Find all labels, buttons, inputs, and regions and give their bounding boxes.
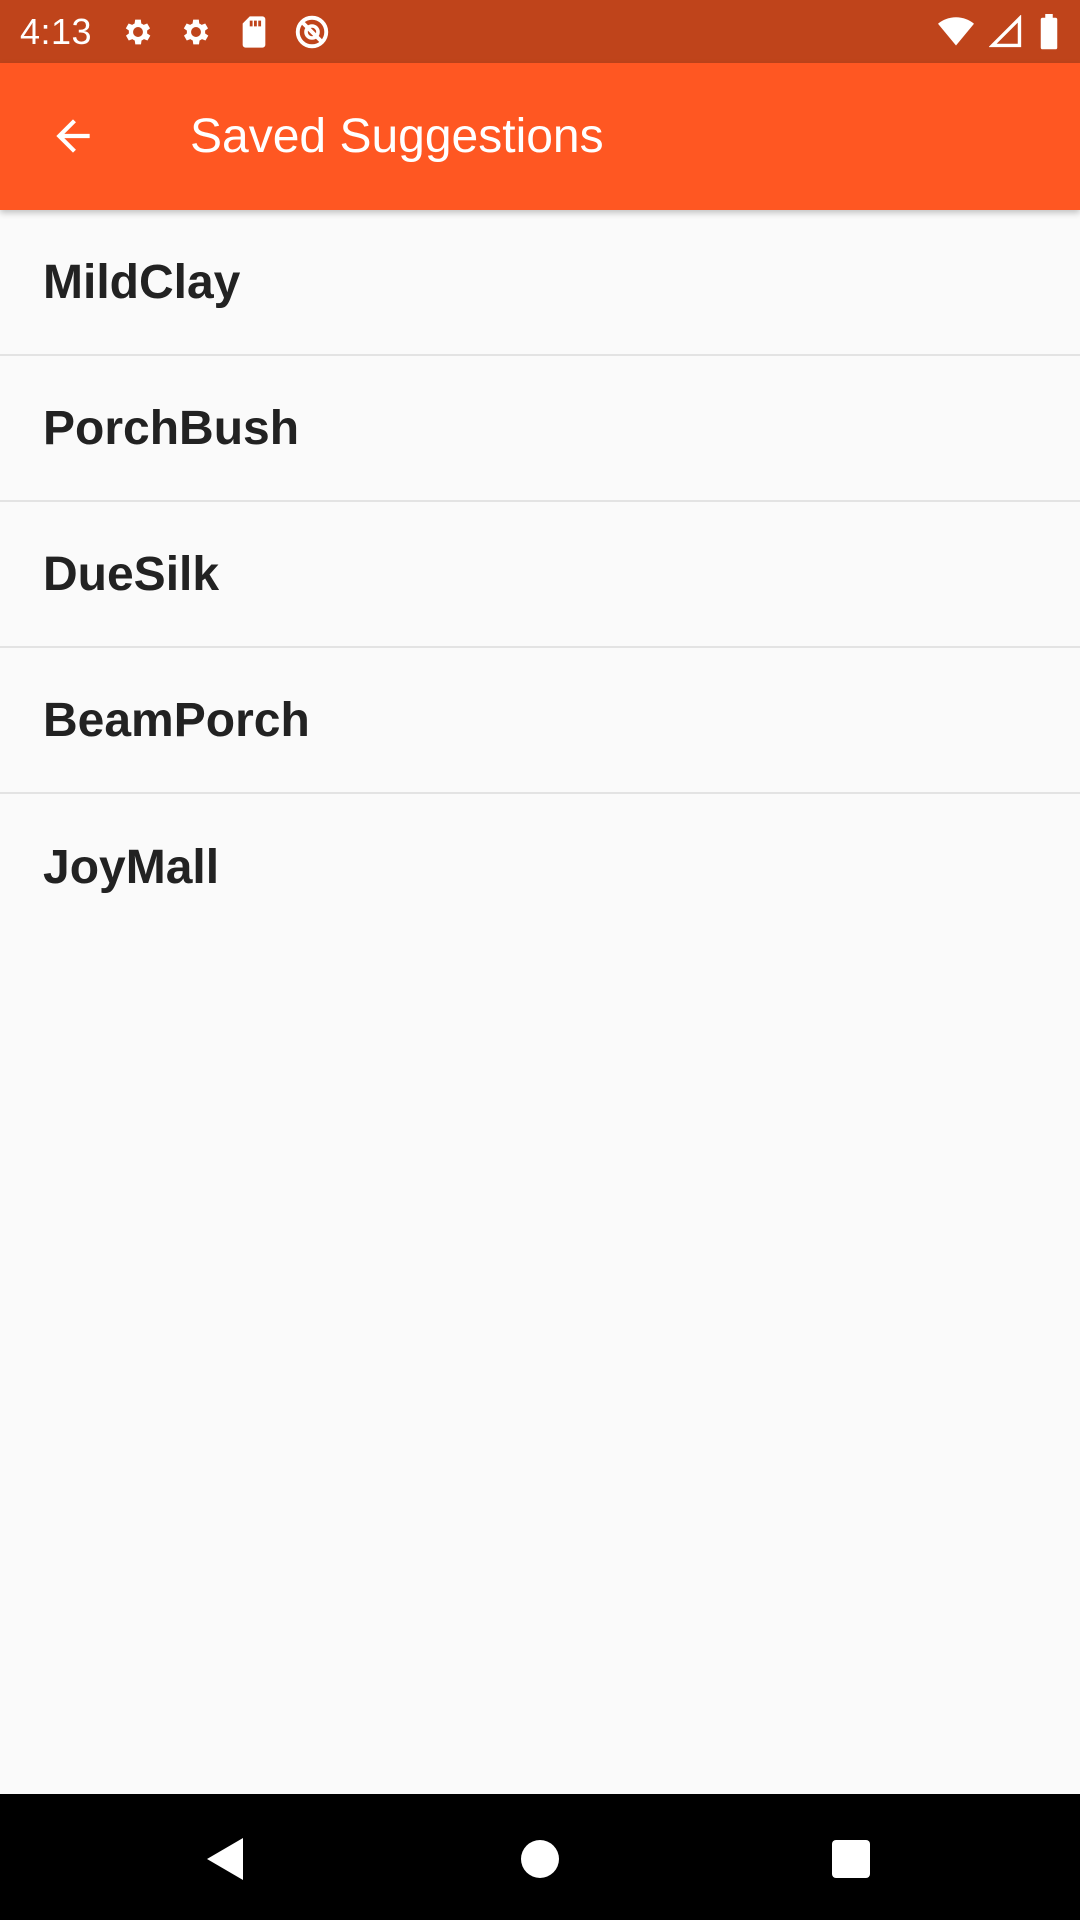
signal-icon: [988, 14, 1024, 50]
list-item[interactable]: PorchBush: [0, 356, 1080, 502]
arrow-back-icon: [56, 119, 90, 153]
navigation-bar: [0, 1794, 1080, 1920]
no-sync-icon: [294, 14, 330, 50]
list-item[interactable]: DueSilk: [0, 502, 1080, 648]
list-item-label: PorchBush: [43, 401, 300, 455]
list-item-label: DueSilk: [43, 547, 220, 601]
nav-back-button[interactable]: [180, 1814, 270, 1904]
back-triangle-icon: [207, 1838, 243, 1880]
page-title: Saved Suggestions: [190, 110, 604, 163]
status-time: 4:13: [20, 10, 93, 52]
saved-suggestions-list: MildClay PorchBush DueSilk BeamPorch Joy…: [0, 210, 1080, 940]
nav-recents-button[interactable]: [806, 1814, 896, 1904]
wifi-icon: [938, 14, 974, 50]
sd-card-icon: [236, 14, 272, 50]
list-item[interactable]: JoyMall: [0, 794, 1080, 940]
status-bar: 4:13: [0, 0, 1080, 63]
recents-square-icon: [832, 1840, 870, 1878]
status-system-icons: [938, 13, 1060, 50]
list-item-label: BeamPorch: [43, 693, 310, 747]
battery-icon: [1038, 13, 1060, 50]
list-item-label: JoyMall: [43, 840, 220, 894]
nav-home-button[interactable]: [495, 1814, 585, 1904]
settings-icon: [120, 14, 156, 50]
back-button[interactable]: [28, 91, 118, 181]
home-circle-icon: [521, 1840, 559, 1878]
app-bar: Saved Suggestions: [0, 63, 1080, 210]
settings-icon: [178, 14, 214, 50]
list-item[interactable]: BeamPorch: [0, 648, 1080, 794]
list-item[interactable]: MildClay: [0, 210, 1080, 356]
status-notification-icons: [120, 14, 330, 50]
list-item-label: MildClay: [43, 255, 241, 309]
